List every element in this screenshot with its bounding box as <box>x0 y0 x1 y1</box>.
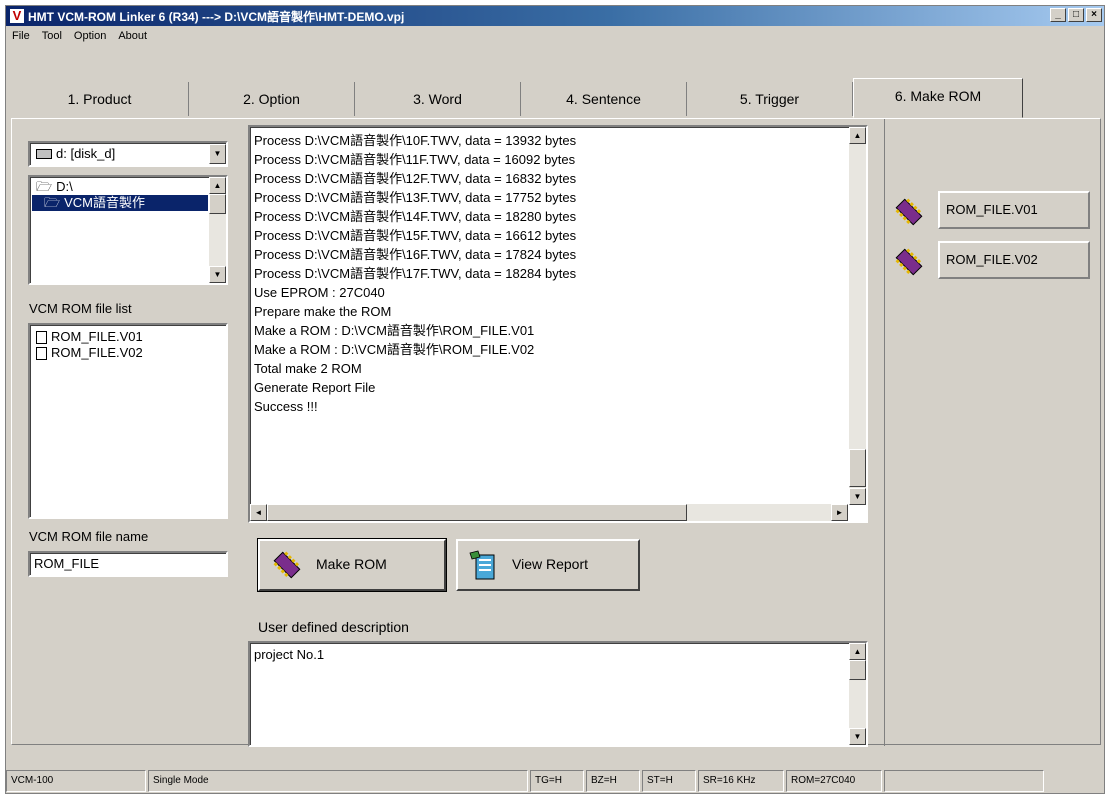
log-line: Process D:\VCM語音製作\13F.TWV, data = 17752… <box>254 190 577 205</box>
scroll-thumb[interactable] <box>209 194 226 214</box>
log-line: Process D:\VCM語音製作\14F.TWV, data = 18280… <box>254 209 577 224</box>
scroll-thumb[interactable] <box>267 504 687 521</box>
status-bar: VCM-100 Single Mode TG=H BZ=H ST=H SR=16… <box>6 768 1104 794</box>
log-line: Total make 2 ROM <box>254 361 362 376</box>
scroll-down-icon[interactable]: ▼ <box>849 488 866 505</box>
scroll-left-icon[interactable]: ◄ <box>250 504 267 521</box>
drive-select[interactable]: d: [disk_d] ▼ <box>28 141 228 167</box>
log-line: Prepare make the ROM <box>254 304 392 319</box>
tab-strip: 1. Product 2. Option 3. Word 4. Sentence… <box>11 78 1106 118</box>
rom-output-label: ROM_FILE.V02 <box>946 252 1038 267</box>
drive-label: d: [disk_d] <box>56 146 116 161</box>
log-line: Process D:\VCM語音製作\15F.TWV, data = 16612… <box>254 228 577 243</box>
chevron-down-icon[interactable]: ▼ <box>209 144 226 164</box>
status-mode: Single Mode <box>148 770 528 792</box>
right-divider <box>884 119 885 746</box>
folder-list: 🗁 D:\ 🗁 VCM語音製作 ▲ ▼ <box>28 175 228 285</box>
log-hscroll[interactable]: ◄ ► <box>250 504 848 521</box>
rom-file-name-input[interactable]: ROM_FILE <box>28 551 228 577</box>
file-list-label: VCM ROM file list <box>29 301 132 316</box>
app-window: V HMT VCM-ROM Linker 6 (R34) ---> D:\VCM… <box>5 5 1105 794</box>
log-line: Process D:\VCM語音製作\11F.TWV, data = 16092… <box>254 152 576 167</box>
folder-list-scrollbar[interactable]: ▲ ▼ <box>209 177 226 283</box>
status-st: ST=H <box>642 770 696 792</box>
make-rom-panel: d: [disk_d] ▼ 🗁 D:\ 🗁 VCM語音製作 ▲ ▼ VCM RO… <box>11 118 1101 747</box>
folder-open-icon: 🗁 <box>44 195 61 210</box>
description-vscroll[interactable]: ▲ ▼ <box>849 643 866 745</box>
rom-file-item[interactable]: ROM_FILE.V01 <box>32 329 143 345</box>
description-textarea[interactable]: project No.1 ▲ ▼ <box>248 641 868 747</box>
rom-file-item[interactable]: ROM_FILE.V02 <box>32 345 143 361</box>
folder-item-root[interactable]: 🗁 D:\ <box>32 179 208 195</box>
rom-file-name-value: ROM_FILE <box>34 556 100 571</box>
scroll-up-icon[interactable]: ▲ <box>209 177 226 194</box>
folder-item-selected[interactable]: 🗁 VCM語音製作 <box>32 195 208 211</box>
app-icon: V <box>10 9 24 23</box>
minimize-button[interactable]: _ <box>1050 8 1066 22</box>
log-line: Success !!! <box>254 399 318 414</box>
log-line: Process D:\VCM語音製作\10F.TWV, data = 13932… <box>254 133 577 148</box>
log-line: Generate Report File <box>254 380 376 395</box>
make-rom-label: Make ROM <box>316 556 387 572</box>
status-model: VCM-100 <box>6 770 146 792</box>
log-vscroll[interactable]: ▲ ▼ <box>849 127 866 505</box>
rom-chip-icon <box>895 248 923 276</box>
log-line: Process D:\VCM語音製作\12F.TWV, data = 16832… <box>254 171 577 186</box>
scroll-up-icon[interactable]: ▲ <box>849 127 866 144</box>
drive-icon <box>36 148 52 159</box>
rom-output-1[interactable]: ROM_FILE.V01 <box>938 191 1090 229</box>
description-label: User defined description <box>258 619 409 635</box>
document-icon <box>36 346 47 360</box>
status-extra <box>884 770 1044 792</box>
rom-chip-icon <box>895 198 923 226</box>
window-title: HMT VCM-ROM Linker 6 (R34) ---> D:\VCM語音… <box>28 9 405 24</box>
view-report-label: View Report <box>512 556 589 572</box>
log-text: Process D:\VCM語音製作\10F.TWV, data = 13932… <box>254 131 576 416</box>
scroll-right-icon[interactable]: ► <box>831 504 848 521</box>
tab-sentence[interactable]: 4. Sentence <box>521 82 687 116</box>
view-report-button[interactable]: View Report <box>456 539 640 591</box>
scroll-down-icon[interactable]: ▼ <box>209 266 226 283</box>
tab-trigger[interactable]: 5. Trigger <box>687 82 853 116</box>
log-line: Make a ROM : D:\VCM語音製作\ROM_FILE.V02 <box>254 342 535 357</box>
file-name-label: VCM ROM file name <box>29 529 149 544</box>
status-sr: SR=16 KHz <box>698 770 784 792</box>
rom-output-label: ROM_FILE.V01 <box>946 202 1038 217</box>
tab-make-rom[interactable]: 6. Make ROM <box>853 78 1023 118</box>
report-icon <box>469 550 495 580</box>
folder-open-icon: 🗁 <box>36 179 53 194</box>
tab-product[interactable]: 1. Product <box>11 82 189 116</box>
scroll-down-icon[interactable]: ▼ <box>849 728 866 745</box>
log-line: Process D:\VCM語音製作\16F.TWV, data = 17824… <box>254 247 577 262</box>
menu-option[interactable]: Option <box>68 30 112 42</box>
status-rom: ROM=27C040 <box>786 770 882 792</box>
scroll-up-icon[interactable]: ▲ <box>849 643 866 660</box>
status-tg: TG=H <box>530 770 584 792</box>
maximize-button[interactable]: □ <box>1068 8 1084 22</box>
menu-about[interactable]: About <box>112 30 153 42</box>
description-value: project No.1 <box>254 647 325 662</box>
rom-output-2[interactable]: ROM_FILE.V02 <box>938 241 1090 279</box>
menu-file[interactable]: File <box>6 30 36 42</box>
tab-option[interactable]: 2. Option <box>189 82 355 116</box>
log-line: Use EPROM : 27C040 <box>254 285 385 300</box>
rom-file-list: ROM_FILE.V01 ROM_FILE.V02 <box>28 323 228 519</box>
rom-chip-icon <box>273 551 301 579</box>
scroll-thumb[interactable] <box>849 449 866 487</box>
tab-word[interactable]: 3. Word <box>355 82 521 116</box>
document-icon <box>36 330 47 344</box>
menu-tool[interactable]: Tool <box>36 30 68 42</box>
process-log[interactable]: Process D:\VCM語音製作\10F.TWV, data = 13932… <box>248 125 868 523</box>
close-button[interactable]: × <box>1086 8 1102 22</box>
menu-bar: File Tool Option About <box>6 26 153 46</box>
status-bz: BZ=H <box>586 770 640 792</box>
log-line: Make a ROM : D:\VCM語音製作\ROM_FILE.V01 <box>254 323 535 338</box>
log-line: Process D:\VCM語音製作\17F.TWV, data = 18284… <box>254 266 577 281</box>
scroll-thumb[interactable] <box>849 660 866 680</box>
title-bar[interactable]: V HMT VCM-ROM Linker 6 (R34) ---> D:\VCM… <box>6 6 1104 26</box>
make-rom-button[interactable]: Make ROM <box>257 538 447 592</box>
